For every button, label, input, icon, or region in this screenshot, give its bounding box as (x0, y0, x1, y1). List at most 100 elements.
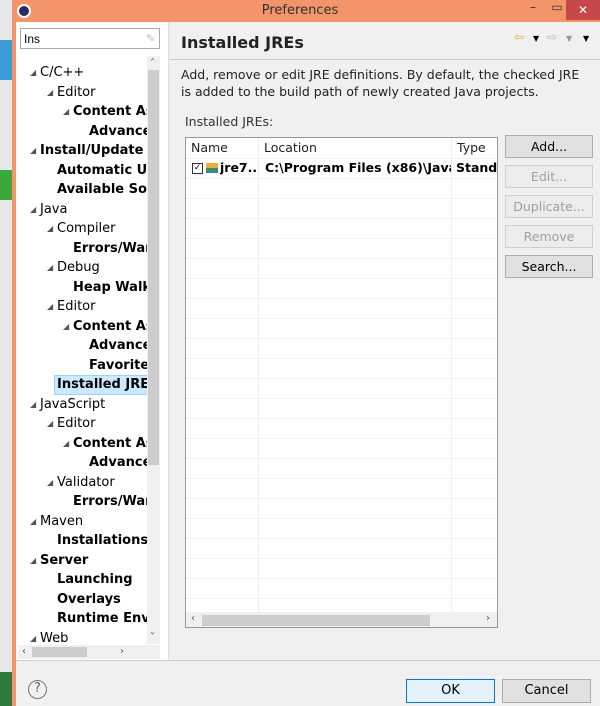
expand-arrow-icon[interactable]: ◢ (30, 63, 36, 83)
ok-button[interactable]: OK (406, 679, 495, 703)
tree-horizontal-scroll-thumb[interactable] (32, 647, 87, 657)
expand-arrow-icon[interactable]: ◢ (30, 395, 36, 415)
tree-item[interactable]: ◢ Maven (30, 512, 84, 532)
tree-item[interactable]: Installed JREs (54, 375, 147, 395)
expand-arrow-icon[interactable]: ◢ (47, 473, 53, 493)
tree-item[interactable]: ◢ JavaScript (30, 395, 105, 415)
expand-arrow-icon[interactable]: ◢ (47, 414, 53, 434)
tree-item[interactable]: Runtime Envir (57, 609, 147, 629)
row-divider (186, 338, 497, 339)
minimize-button[interactable]: – (522, 0, 544, 20)
tree-item-label: Advanced (89, 455, 147, 470)
duplicate-button[interactable]: Duplicate... (505, 195, 593, 218)
column-location (259, 138, 452, 612)
tree-item[interactable]: ◢ Compiler (47, 219, 116, 239)
view-menu-icon[interactable]: ▼ (583, 34, 589, 43)
row-divider (186, 378, 497, 379)
column-name (186, 138, 259, 612)
tree-item[interactable]: Errors/Warn (73, 492, 147, 512)
row-divider (186, 358, 497, 359)
preference-tree: ◢C/C++◢Editor◢Content AssAdvanced◢Instal… (18, 56, 147, 644)
tree-item[interactable]: ◢ Server (30, 551, 88, 571)
expand-arrow-icon[interactable]: ◢ (30, 629, 36, 645)
expand-arrow-icon[interactable]: ◢ (47, 83, 53, 103)
expand-arrow-icon[interactable]: ◢ (63, 102, 69, 122)
add-button[interactable]: Add... (505, 135, 593, 158)
table-scroll-right-icon[interactable]: › (486, 613, 490, 624)
row-divider (186, 398, 497, 399)
forward-arrow-icon[interactable]: ⇨ (547, 30, 557, 44)
tree-item-label: Editor (57, 416, 96, 431)
scroll-down-icon[interactable]: ˅ (150, 632, 155, 643)
tree-item[interactable]: Overlays (57, 590, 121, 610)
tree-item-label: Overlays (57, 591, 121, 607)
table-scroll-left-icon[interactable]: ‹ (191, 613, 195, 624)
row-divider (186, 498, 497, 499)
expand-arrow-icon[interactable]: ◢ (30, 512, 36, 532)
tree-item[interactable]: ◢ Validator (47, 473, 115, 493)
column-header-location[interactable]: Location (259, 138, 317, 158)
jre-name[interactable]: jre7... (220, 158, 258, 178)
column-header-name[interactable]: Name (186, 138, 228, 158)
help-icon[interactable]: ? (28, 680, 47, 699)
scroll-right-icon[interactable]: › (120, 646, 124, 657)
tree-item[interactable]: ◢ Install/Update (30, 141, 143, 161)
filter-input[interactable] (20, 28, 160, 49)
expand-arrow-icon[interactable]: ◢ (30, 141, 36, 161)
tree-item-label: Maven (40, 513, 84, 529)
jre-type[interactable]: Standa (456, 158, 497, 178)
expand-arrow-icon[interactable]: ◢ (47, 297, 53, 317)
tree-item[interactable]: Favorites (89, 356, 147, 376)
tree-item[interactable]: Errors/Warn (73, 239, 147, 259)
tree-item[interactable]: ◢ C/C++ (30, 63, 84, 83)
installed-jres-label: Installed JREs: (185, 114, 274, 129)
tree-item[interactable]: Installations (57, 531, 147, 551)
tree-item[interactable]: Automatic Up (57, 161, 147, 181)
scroll-left-icon[interactable]: ‹ (22, 646, 26, 657)
back-arrow-icon[interactable]: ⇦ (514, 30, 524, 44)
cancel-button[interactable]: Cancel (502, 679, 591, 703)
tree-item[interactable]: ◢Content Ass (63, 317, 147, 337)
close-button[interactable]: ✕ (566, 0, 600, 20)
tree-item-label: Advanced (89, 123, 147, 139)
tree-item[interactable]: Available Soft (57, 180, 147, 200)
table-scroll-thumb[interactable] (202, 615, 430, 626)
scroll-up-icon[interactable]: ˄ (150, 58, 155, 69)
expand-arrow-icon[interactable]: ◢ (30, 551, 36, 571)
tree-vertical-scroll-thumb[interactable] (148, 70, 159, 465)
tree-item[interactable]: ◢ Web (30, 629, 68, 645)
tree-item[interactable]: ◢Content Ass (63, 434, 147, 454)
tree-item[interactable]: ◢ Editor (47, 83, 95, 103)
row-divider (186, 218, 497, 219)
back-menu-chevron-icon[interactable]: ▼ (533, 34, 539, 43)
tree-item[interactable]: ◢ Java (30, 200, 67, 220)
jre-table[interactable]: Name Location Type ✓ jre7... C:\Program … (185, 137, 498, 628)
column-header-type[interactable]: Type (452, 138, 486, 158)
tree-item[interactable]: Launching (57, 570, 133, 590)
tree-item[interactable]: Advanced (89, 336, 147, 356)
row-divider (186, 578, 497, 579)
tree-item[interactable]: ◢ Editor (47, 297, 95, 317)
tree-item[interactable]: ◢ Editor (47, 414, 96, 434)
jre-checkbox[interactable]: ✓ (192, 163, 203, 174)
forward-menu-chevron-icon[interactable]: ▼ (566, 34, 572, 43)
remove-button[interactable]: Remove (505, 225, 593, 248)
tree-item-label: Content Ass (73, 318, 147, 334)
expand-arrow-icon[interactable]: ◢ (30, 200, 36, 220)
page-description: Add, remove or edit JRE definitions. By … (181, 67, 580, 99)
search-button[interactable]: Search... (505, 255, 593, 278)
clear-filter-icon[interactable]: ✎ (146, 32, 155, 45)
jre-location[interactable]: C:\Program Files (x86)\Java... (265, 158, 451, 178)
expand-arrow-icon[interactable]: ◢ (63, 317, 69, 337)
expand-arrow-icon[interactable]: ◢ (47, 219, 53, 239)
edit-button[interactable]: Edit... (505, 165, 593, 188)
tree-item[interactable]: Advanced (89, 122, 147, 142)
expand-arrow-icon[interactable]: ◢ (63, 434, 69, 454)
expand-arrow-icon[interactable]: ◢ (47, 258, 53, 278)
maximize-button[interactable]: ▭ (546, 0, 568, 20)
tree-item[interactable]: ◢ Content Ass (63, 102, 147, 122)
tree-item[interactable]: Heap Walki (73, 278, 147, 298)
tree-item[interactable]: Advanced (89, 453, 147, 473)
tree-item[interactable]: ◢ Debug (47, 258, 100, 278)
tree-item-label: Content Ass (73, 104, 147, 119)
